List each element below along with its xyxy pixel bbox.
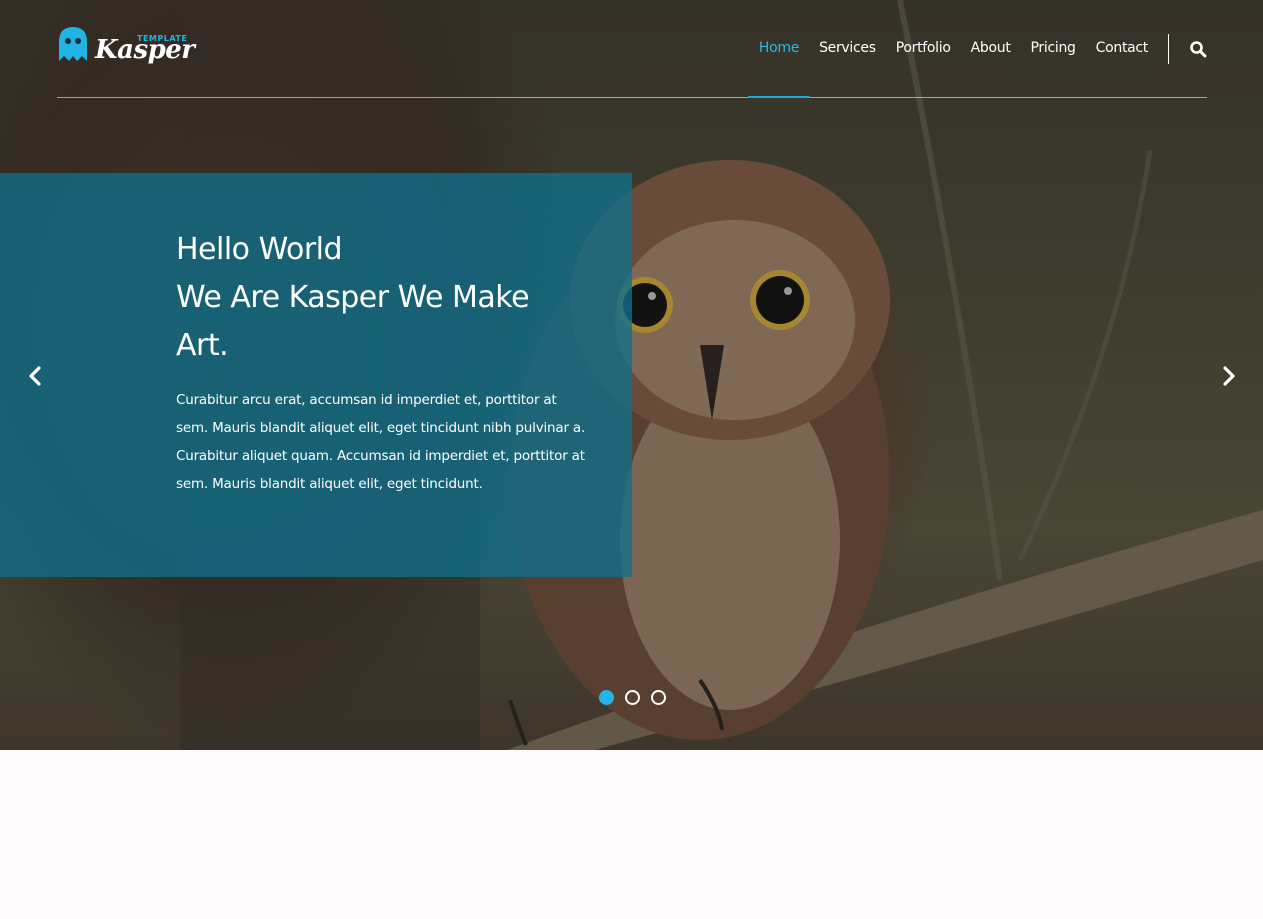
nav-item-services[interactable]: Services	[819, 0, 876, 97]
hero-section: TEMPLATE Kasper Home Services Portfolio …	[0, 0, 1263, 750]
slide-title: Hello World We Are Kasper We Make Art.	[176, 226, 606, 370]
brand-name: Kasper	[95, 35, 195, 65]
slider-dot-2[interactable]	[625, 690, 640, 705]
nav-divider	[1168, 33, 1169, 64]
slide-title-line: Hello World	[176, 232, 343, 267]
chevron-right-icon[interactable]	[1218, 365, 1238, 387]
slide-title-line: Art.	[176, 328, 229, 363]
nav-item-portfolio[interactable]: Portfolio	[896, 0, 951, 97]
brand-logo[interactable]: TEMPLATE Kasper	[57, 26, 195, 70]
nav-item-about[interactable]: About	[971, 0, 1011, 97]
content-section	[0, 750, 1263, 919]
search-icon[interactable]	[1189, 40, 1207, 58]
slider-pagination	[599, 690, 677, 705]
chevron-left-icon[interactable]	[26, 365, 46, 387]
main-nav: Home Services Portfolio About Pricing Co…	[739, 0, 1207, 98]
slide-title-line: We Are Kasper We Make	[176, 280, 530, 315]
slide-description: Curabitur arcu erat, accumsan id imperdi…	[176, 392, 586, 492]
slider-dot-1[interactable]	[599, 690, 614, 705]
site-header: TEMPLATE Kasper Home Services Portfolio …	[57, 0, 1207, 98]
nav-item-home[interactable]: Home	[747, 0, 811, 98]
ghost-icon	[59, 27, 87, 61]
nav-item-contact[interactable]: Contact	[1096, 0, 1149, 97]
nav-item-pricing[interactable]: Pricing	[1031, 0, 1076, 97]
slider-dot-3[interactable]	[651, 690, 666, 705]
